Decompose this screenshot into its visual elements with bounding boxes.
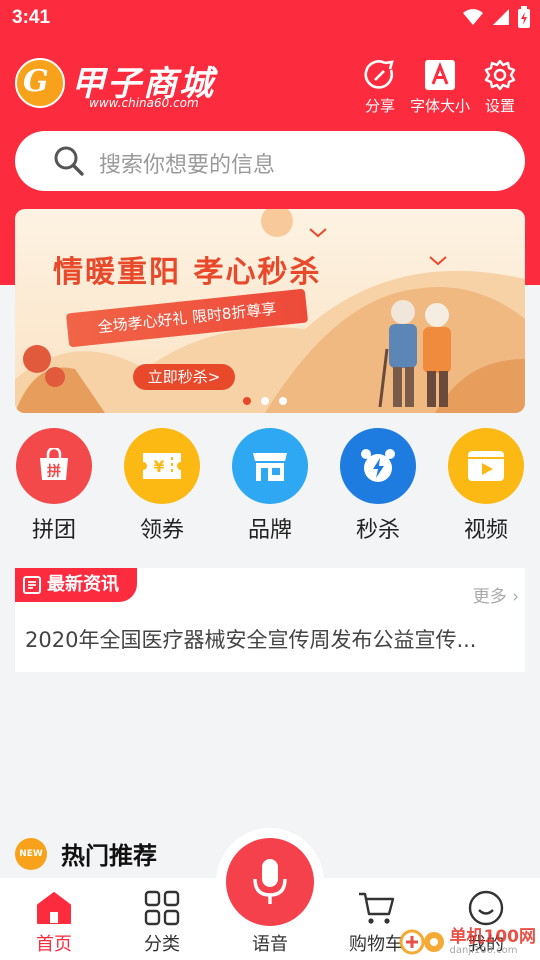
alarm-clock-icon bbox=[340, 428, 416, 504]
tab-label: 分类 bbox=[144, 934, 180, 955]
settings-label: 设置 bbox=[484, 97, 515, 115]
watermark-logo-icon bbox=[399, 929, 444, 955]
news-card[interactable]: 最新资讯 更多 › 2020年全国医疗器械安全宣传周发布公益宣传... bbox=[15, 568, 525, 672]
svg-text:拼: 拼 bbox=[47, 463, 61, 480]
category-label: 领券 bbox=[139, 518, 184, 543]
tab-home[interactable]: 首页 bbox=[4, 886, 104, 956]
category-label: 秒杀 bbox=[355, 518, 400, 543]
signal-icon bbox=[493, 9, 509, 25]
search-bar[interactable]: 搜索你想要的信息 bbox=[15, 131, 525, 191]
promo-banner[interactable]: 情暖重阳 孝心秒杀 全场孝心好礼 限时8折尊享 立即秒杀> bbox=[15, 209, 525, 413]
carousel-dots bbox=[243, 397, 287, 405]
voice-button[interactable] bbox=[226, 838, 314, 926]
smile-icon bbox=[468, 886, 504, 930]
category-row: 拼 拼团 ¥ 领券 品牌 秒杀 视频 bbox=[0, 428, 540, 544]
category-coupon[interactable]: ¥ 领券 bbox=[108, 428, 216, 544]
new-badge-icon: NEW bbox=[15, 837, 47, 870]
font-size-label: 字体大小 bbox=[410, 97, 471, 115]
news-more-label: 更多 bbox=[472, 587, 507, 607]
font-size-icon bbox=[425, 58, 455, 92]
watermark: 单机100网 danji100.com bbox=[398, 926, 537, 958]
font-size-button[interactable]: 字体大小 bbox=[410, 58, 470, 116]
news-icon bbox=[23, 576, 41, 594]
home-icon bbox=[36, 886, 72, 930]
tab-label: 首页 bbox=[36, 934, 72, 955]
settings-button[interactable]: 设置 bbox=[470, 58, 530, 116]
video-icon bbox=[448, 428, 524, 504]
app-logo: G 甲子商城 www.china60.com bbox=[15, 56, 215, 112]
carousel-dot[interactable] bbox=[279, 397, 287, 405]
watermark-url: danji100.com bbox=[449, 944, 518, 956]
battery-icon bbox=[518, 6, 530, 28]
tab-category[interactable]: 分类 bbox=[112, 886, 212, 956]
group-buy-icon: 拼 bbox=[16, 428, 92, 504]
banner-seckill-button[interactable]: 立即秒杀> bbox=[133, 364, 235, 390]
category-seckill[interactable]: 秒杀 bbox=[324, 428, 432, 544]
cart-icon bbox=[357, 886, 395, 930]
category-label: 视频 bbox=[463, 518, 508, 543]
wifi-icon bbox=[463, 9, 483, 25]
news-tag: 最新资讯 bbox=[15, 568, 137, 602]
header-tools: 分享 字体大小 设置 bbox=[350, 58, 530, 116]
share-label: 分享 bbox=[364, 97, 395, 115]
banner-title: 情暖重阳 孝心秒杀 bbox=[53, 255, 322, 290]
carousel-dot[interactable] bbox=[243, 397, 251, 405]
category-label: 品牌 bbox=[247, 518, 292, 543]
microphone-icon bbox=[253, 859, 287, 904]
news-more-link[interactable]: 更多 › bbox=[473, 582, 519, 607]
status-icons bbox=[462, 6, 530, 28]
coupon-icon: ¥ bbox=[124, 428, 200, 504]
hot-recommend-title: 热门推荐 bbox=[61, 842, 157, 870]
category-group-buy[interactable]: 拼 拼团 bbox=[0, 428, 108, 544]
voice-button-wrapper bbox=[216, 828, 324, 936]
search-icon bbox=[54, 146, 84, 176]
watermark-title: 单机100网 bbox=[449, 926, 537, 947]
grid-icon bbox=[144, 886, 180, 930]
carousel-dot[interactable] bbox=[261, 397, 269, 405]
hot-recommend-header: NEW 热门推荐 bbox=[15, 836, 157, 871]
tab-label: 购物车 bbox=[349, 934, 403, 955]
status-bar: 3:41 bbox=[0, 0, 540, 36]
share-icon bbox=[363, 58, 397, 92]
category-label: 拼团 bbox=[31, 518, 76, 543]
brand-store-icon bbox=[232, 428, 308, 504]
chevron-right-icon: › bbox=[512, 587, 519, 607]
share-button[interactable]: 分享 bbox=[350, 58, 410, 116]
status-time: 3:41 bbox=[12, 7, 51, 28]
gear-icon bbox=[484, 58, 516, 92]
category-brand[interactable]: 品牌 bbox=[216, 428, 324, 544]
news-tag-label: 最新资讯 bbox=[47, 574, 119, 595]
category-video[interactable]: 视频 bbox=[432, 428, 540, 544]
news-headline[interactable]: 2020年全国医疗器械安全宣传周发布公益宣传... bbox=[25, 624, 515, 654]
svg-text:¥: ¥ bbox=[153, 457, 164, 476]
tab-voice-label: 语音 bbox=[252, 934, 288, 955]
search-placeholder: 搜索你想要的信息 bbox=[99, 153, 276, 178]
logo-emblem: G bbox=[15, 58, 65, 108]
logo-url: www.china60.com bbox=[89, 96, 199, 110]
